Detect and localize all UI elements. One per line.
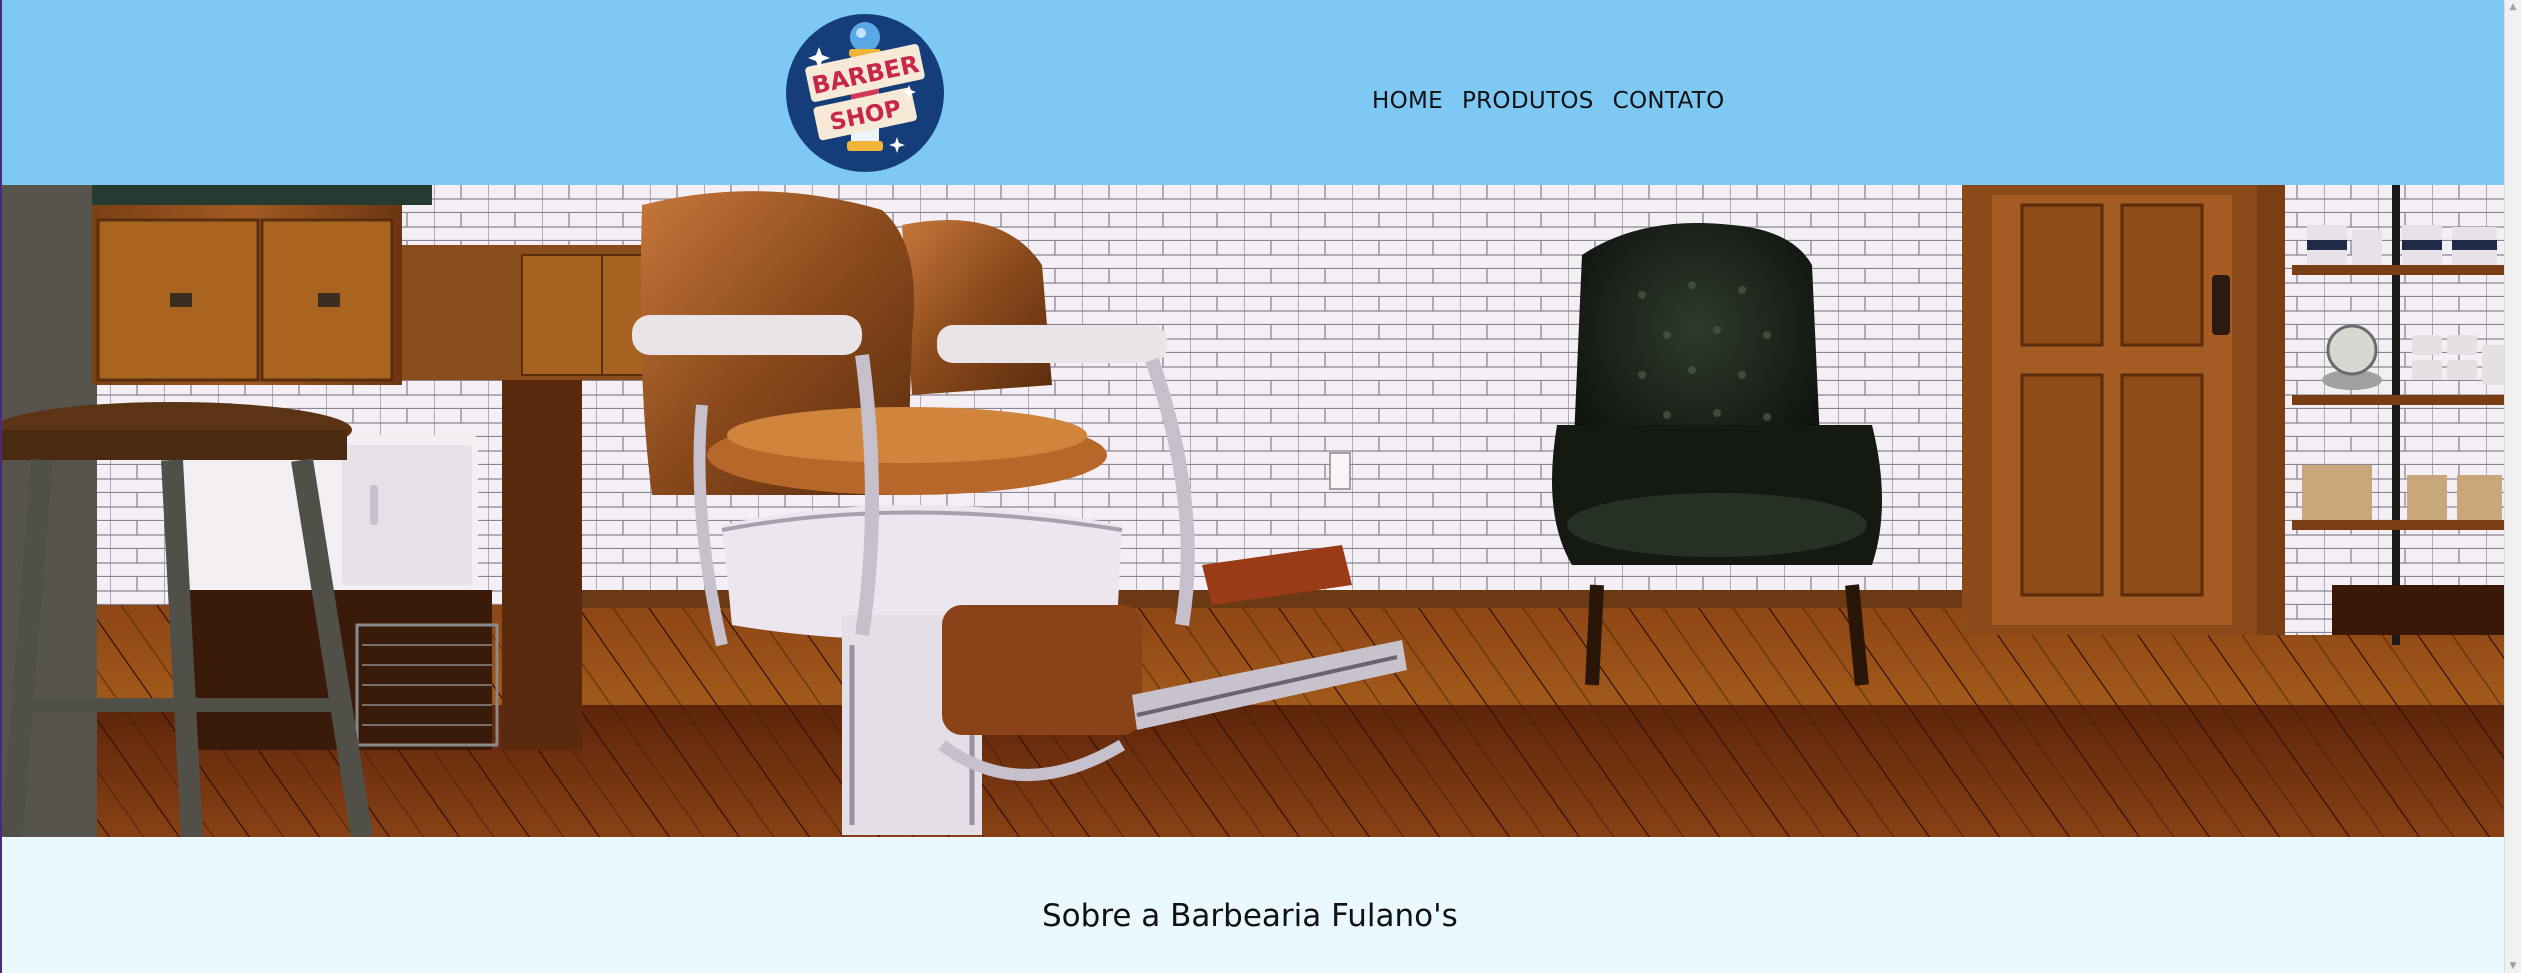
vertical-scrollbar[interactable]: ▲ ▼ <box>2504 0 2521 973</box>
main-nav: HOME PRODUTOS CONTATO <box>1372 88 1724 114</box>
about-title: Sobre a Barbearia Fulano's <box>1042 898 1458 934</box>
scroll-down-icon[interactable]: ▼ <box>2505 959 2521 973</box>
nav-home[interactable]: HOME <box>1372 88 1443 114</box>
nav-contato[interactable]: CONTATO <box>1613 88 1725 114</box>
scroll-up-icon[interactable]: ▲ <box>2505 0 2521 14</box>
page-viewport: BARBER SHOP HOME PRODUTOS CONTATO Sobre … <box>0 0 2504 973</box>
about-section: Sobre a Barbearia Fulano's <box>2 837 2504 973</box>
site-header: BARBER SHOP HOME PRODUTOS CONTATO <box>2 0 2504 185</box>
barber-shop-logo[interactable]: BARBER SHOP <box>785 13 945 173</box>
nav-produtos[interactable]: PRODUTOS <box>1462 88 1594 114</box>
hero-image <box>2 185 2504 837</box>
